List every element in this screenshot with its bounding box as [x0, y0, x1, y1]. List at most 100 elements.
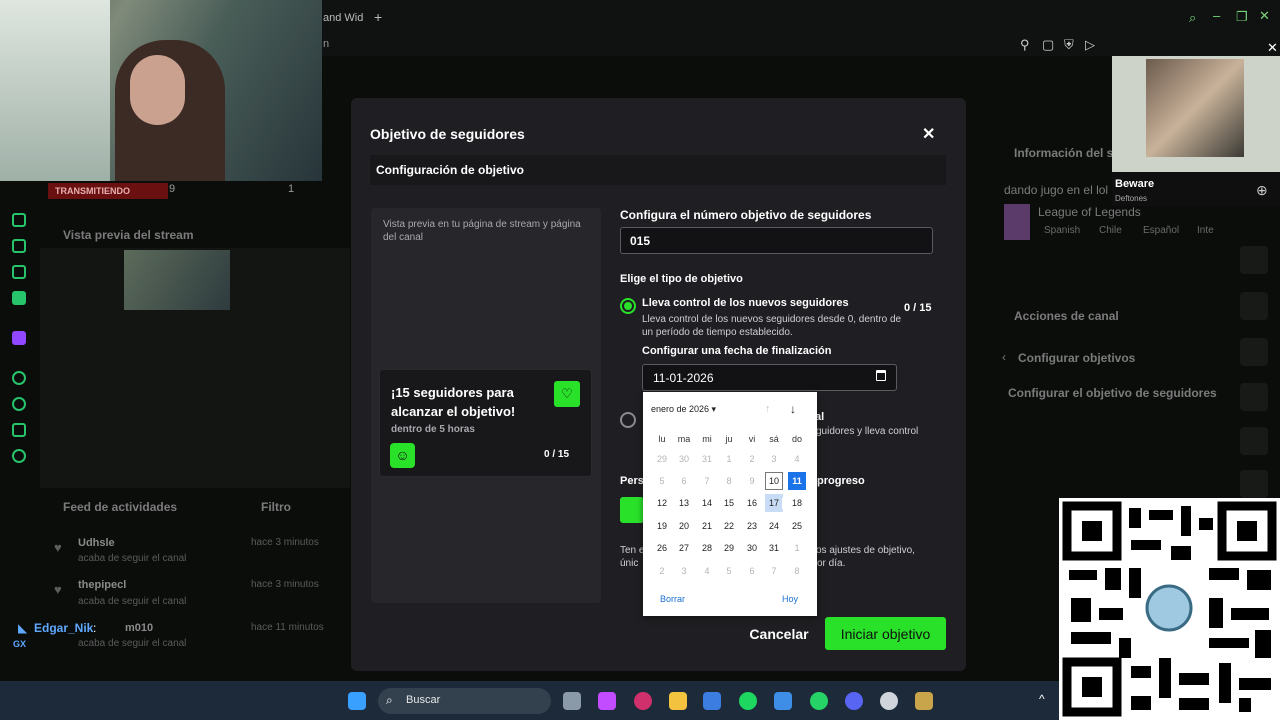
feed-item-name[interactable]: thepipecl	[78, 579, 126, 591]
opera-icon[interactable]	[634, 692, 652, 710]
calendar-day[interactable]: 11	[788, 472, 806, 490]
stream-preview-video[interactable]	[124, 250, 230, 310]
extension-icon[interactable]	[12, 423, 26, 437]
play-circle-icon[interactable]	[12, 371, 26, 385]
calendar-day[interactable]: 21	[698, 517, 716, 535]
discord-icon[interactable]	[845, 692, 863, 710]
settings-icon[interactable]	[12, 449, 26, 463]
stream-tag[interactable]: Spanish	[1044, 225, 1080, 236]
customize-image-button[interactable]	[620, 497, 644, 523]
pin-icon[interactable]: ⚲	[1020, 37, 1030, 53]
chat-username[interactable]: Edgar_Nik	[34, 621, 93, 635]
note-text-tail: or día.	[817, 558, 846, 569]
taskbar-search-placeholder: Buscar	[406, 694, 441, 706]
radio-new-followers[interactable]	[620, 298, 636, 314]
calendar-day[interactable]: 23	[743, 517, 761, 535]
activity-feed-title: Feed de actividades	[63, 500, 178, 514]
calendar-month-select[interactable]: enero de 2026 ▾	[651, 404, 716, 415]
right-rail-button[interactable]	[1240, 383, 1268, 411]
copilot-icon[interactable]	[598, 692, 616, 710]
calendar-day[interactable]: 28	[698, 539, 716, 557]
calendar-day[interactable]: 10	[765, 472, 783, 490]
new-tab-button[interactable]: +	[374, 9, 382, 25]
goal-type-label: Elige el tipo de objetivo	[620, 273, 743, 285]
calendar-day[interactable]: 25	[788, 517, 806, 535]
calendar-day[interactable]: 12	[653, 494, 671, 512]
shield-icon[interactable]: ⛨	[1064, 37, 1074, 53]
music-close-button[interactable]: ✕	[1267, 40, 1278, 56]
webcam-overlay	[0, 0, 322, 181]
cancel-button[interactable]: Cancelar	[741, 620, 817, 647]
stream-tag[interactable]: Español	[1143, 225, 1179, 236]
calendar-day: 5	[726, 566, 732, 576]
feed-item-name[interactable]: m010	[125, 622, 153, 634]
calendar-day[interactable]: 29	[720, 539, 738, 557]
calendar-day[interactable]: 22	[720, 517, 738, 535]
calendar-day[interactable]: 31	[765, 539, 783, 557]
goal-number-input[interactable]	[620, 227, 933, 254]
minimize-icon[interactable]: –	[1213, 8, 1220, 23]
right-rail-button[interactable]	[1240, 470, 1268, 498]
back-chevron-icon[interactable]: ‹	[1002, 350, 1006, 364]
calendar-day[interactable]: 17	[765, 494, 783, 512]
league-of-legends-icon[interactable]	[915, 692, 933, 710]
calendar-day[interactable]: 30	[743, 539, 761, 557]
calendar-day[interactable]: 13	[675, 494, 693, 512]
tray-chevron-icon[interactable]: ^	[1039, 692, 1045, 706]
task-view-icon[interactable]	[563, 692, 581, 710]
activity-feed-filter-button[interactable]: Filtro	[261, 500, 291, 514]
restore-icon[interactable]: ❐	[1236, 9, 1248, 25]
add-icon[interactable]: ⊕	[1256, 182, 1268, 199]
next-month-icon[interactable]: ↓	[790, 402, 796, 416]
play-icon[interactable]: ▷	[1085, 37, 1095, 53]
previous-month-icon[interactable]: ↑	[765, 403, 771, 415]
slash-icon[interactable]	[12, 265, 26, 279]
m-app-icon[interactable]	[12, 291, 26, 305]
calendar-today-button[interactable]: Hoy	[782, 594, 798, 604]
right-rail-button[interactable]	[1240, 292, 1268, 320]
refresh-icon[interactable]	[12, 213, 26, 227]
store-icon[interactable]	[703, 692, 721, 710]
calendar-icon[interactable]	[876, 370, 886, 381]
calendar-day[interactable]: 16	[743, 494, 761, 512]
window-close-icon[interactable]: ✕	[1259, 8, 1270, 24]
puzzle-icon[interactable]	[12, 239, 26, 253]
whatsapp-icon[interactable]	[810, 692, 828, 710]
search-icon[interactable]: ⌕	[1189, 10, 1196, 26]
radio-total-followers[interactable]	[620, 412, 636, 428]
calendar-day[interactable]: 19	[653, 517, 671, 535]
right-rail-button[interactable]	[1240, 338, 1268, 366]
channel-actions-title: Acciones de canal	[1014, 309, 1119, 323]
dialog-close-button[interactable]: ✕	[922, 124, 935, 144]
right-rail-button[interactable]	[1240, 246, 1268, 274]
clock-icon[interactable]	[12, 397, 26, 411]
calendar-day[interactable]: 20	[675, 517, 693, 535]
taskbar-search[interactable]	[378, 688, 551, 714]
calendar-day[interactable]: 15	[720, 494, 738, 512]
calendar-day[interactable]: 24	[765, 517, 783, 535]
feed-item-name[interactable]: Udhsle	[78, 537, 115, 549]
start-goal-button[interactable]: Iniciar objetivo	[825, 617, 946, 650]
file-explorer-icon[interactable]	[669, 692, 687, 710]
calendar-day[interactable]: 26	[653, 539, 671, 557]
browser-tab-title[interactable]: and Wid	[323, 12, 363, 24]
channel-logo-icon: ☺	[390, 443, 415, 468]
windows-start-icon[interactable]	[348, 692, 366, 710]
calendar-day[interactable]: 27	[675, 539, 693, 557]
viewers-count: 9	[169, 183, 176, 195]
configure-follower-goal-link[interactable]: Configurar el objetivo de seguidores	[1008, 386, 1217, 400]
game-name[interactable]: League of Legends	[1038, 205, 1141, 219]
configure-goals-link[interactable]: Configurar objetivos	[1018, 351, 1135, 365]
calendar-weekday: mi	[702, 434, 712, 444]
heart-icon: ♥	[54, 582, 62, 597]
calendar-clear-button[interactable]: Borrar	[660, 594, 685, 604]
popout-icon[interactable]: ▢	[1042, 37, 1054, 53]
outlook-icon[interactable]	[774, 692, 792, 710]
twitch-icon[interactable]	[12, 331, 26, 345]
right-rail-button[interactable]	[1240, 427, 1268, 455]
calendar-day[interactable]: 14	[698, 494, 716, 512]
spotify-icon[interactable]	[739, 692, 757, 710]
stream-tag[interactable]: Chile	[1099, 225, 1122, 236]
stream-tag[interactable]: Inte	[1197, 225, 1214, 236]
obs-icon[interactable]	[880, 692, 898, 710]
